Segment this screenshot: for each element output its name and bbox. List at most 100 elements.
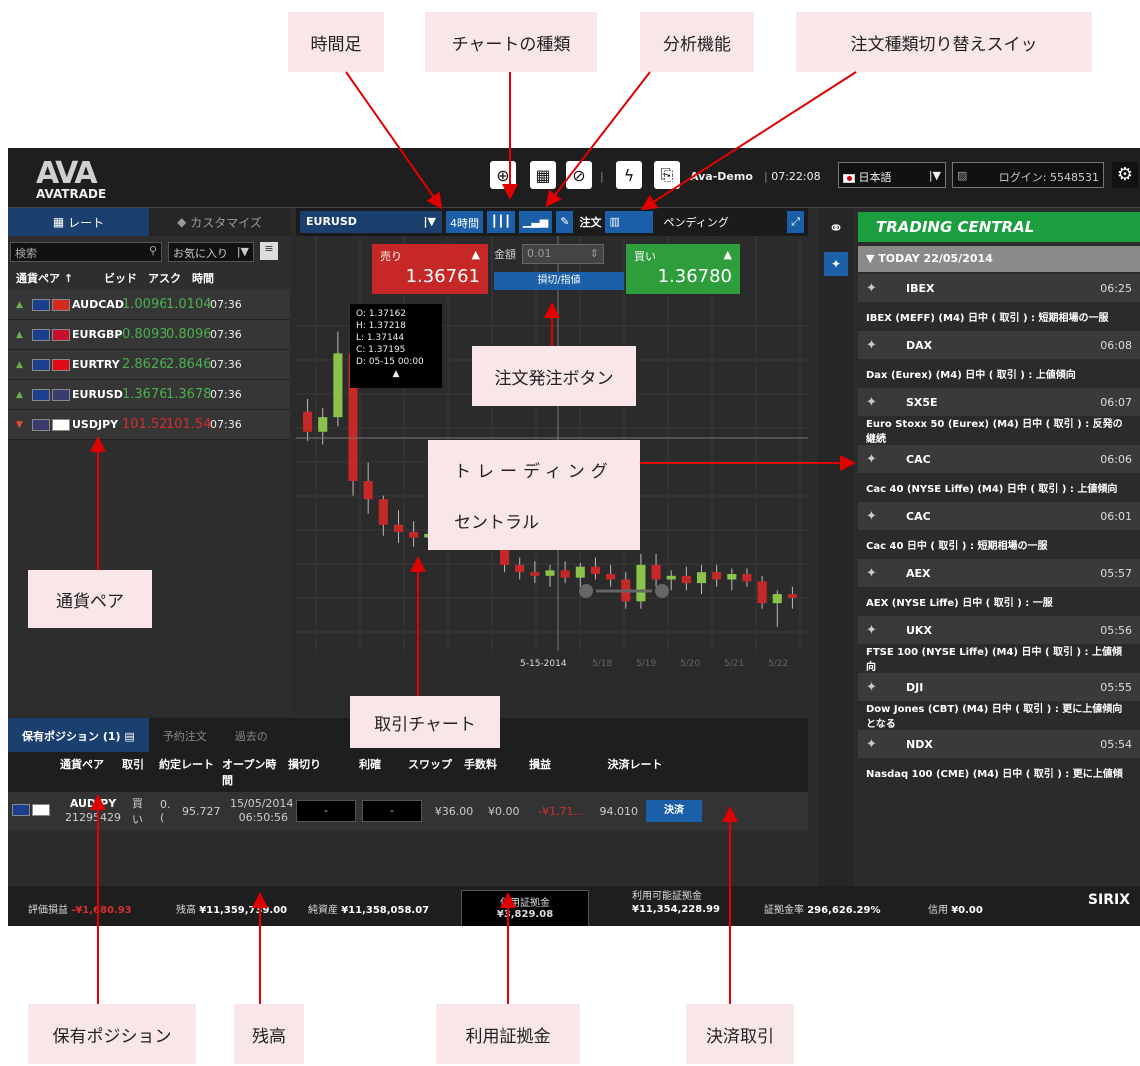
news-item[interactable]: ✦ SX5E 06:07 Euro Stoxx 50 (Eurex) (M4) 日中 …	[858, 388, 1140, 445]
document-icon[interactable]: ⎘	[654, 161, 680, 189]
candlestick-icon[interactable]: ┃┃┃	[487, 211, 515, 233]
fullscreen-icon[interactable]: ⤢	[787, 211, 804, 233]
pending-label[interactable]: ペンディング	[663, 214, 743, 230]
callout-used-margin: 利用証拠金	[436, 1004, 580, 1064]
flag-icon	[52, 328, 70, 341]
candle-body	[363, 481, 373, 500]
news-headline: AEX (NYSE Liffe) 日中 ( 取引 ) : 一服	[858, 587, 1140, 615]
tab-customize[interactable]: ◆ カスタマイズ	[149, 208, 290, 236]
list-view-icon[interactable]: ≡	[260, 242, 278, 260]
zoom-out-icon	[579, 584, 593, 598]
news-symbol: CAC	[906, 509, 931, 523]
draw-icon[interactable]: ✎	[556, 211, 574, 233]
currency-pair-row[interactable]: ▲ EURGBP 0.8093 0.8096 07:36	[8, 320, 290, 350]
pair-name: USDJPY	[72, 418, 119, 431]
lightning-icon[interactable]: ϟ	[616, 161, 642, 189]
tab-open-positions[interactable]: 保有ポジション (1) ▤	[8, 718, 149, 752]
quote-time: 07:36	[210, 418, 242, 431]
amount-input[interactable]: 0.01 ⇕	[522, 244, 604, 264]
news-item[interactable]: ✦ AEX 05:57 AEX (NYSE Liffe) 日中 ( 取引 ) : 一服	[858, 559, 1140, 615]
news-item[interactable]: ✦ DJI 05:55 Dow Jones (CBT) (M4) 日中 ( 取引 ) …	[858, 673, 1140, 730]
close-position-button[interactable]: 決済	[646, 800, 702, 822]
rates-header: 通貨ペア ↑ ビッド アスク 時間	[16, 272, 214, 285]
news-headline: Euro Stoxx 50 (Eurex) (M4) 日中 ( 取引 ) : 反…	[858, 416, 1140, 445]
callout-trade-chart: 取引チャート	[350, 696, 500, 748]
news-icon: ✦	[866, 679, 877, 695]
login-box[interactable]: ▨ ログイン: 5548531	[952, 162, 1104, 188]
news-icon: ✦	[866, 622, 877, 638]
positions-header: 通貨ペア 取引 約定レート オープン時間 損切り 利確 スワップ 手数料 損益 …	[8, 752, 808, 792]
account-name: Ava-Demo	[690, 170, 753, 183]
candle-body	[636, 564, 646, 602]
pair-name: AUDCAD	[72, 298, 124, 311]
callout-trading-central: トレーディング セントラル	[428, 440, 640, 550]
deposit-icon[interactable]: ⊕	[490, 161, 516, 189]
candle-body	[560, 570, 570, 578]
take-profit-input[interactable]: -	[362, 800, 422, 822]
news-icon: ✦	[866, 394, 877, 410]
ask-price: 1.3678	[166, 387, 210, 402]
candle-body	[318, 417, 328, 432]
currency-pair-row[interactable]: ▼ USDJPY 101.52 101.54 07:36	[8, 410, 290, 440]
quote-time: 07:36	[210, 358, 242, 371]
x-tick-label: 5/20	[680, 659, 700, 669]
news-item[interactable]: ✦ DAX 06:08 Dax (Eurex) (M4) 日中 ( 取引 ) : 上値…	[858, 331, 1140, 387]
symbol-select[interactable]: EURUSD |▼	[300, 211, 442, 233]
no-entry-icon[interactable]: ⊘	[566, 161, 592, 189]
buy-button[interactable]: 買い ▲ 1.36780	[626, 244, 740, 294]
news-headline: Nasdaq 100 (CME) (M4) 日中 ( 取引 ) : 更に上値傾	[858, 758, 1140, 786]
grid-icon: ▦	[52, 215, 65, 229]
tab-rates[interactable]: ▦ レート	[8, 208, 149, 236]
currency-pair-row[interactable]: ▲ EURUSD 1.3676 1.3678 07:36	[8, 380, 290, 410]
clock: | 07:22:08	[764, 170, 821, 183]
news-time: 05:57	[1100, 566, 1132, 580]
callout-order-switch: 注文種類切り替えスイッ	[796, 12, 1092, 72]
candle-body	[590, 566, 600, 574]
news-time: 05:55	[1100, 680, 1132, 694]
news-item[interactable]: ✦ CAC 06:01 Cac 40 日中 ( 取引 ) : 短期相場の一服	[858, 502, 1140, 558]
search-input[interactable]: 検索 ⚲	[10, 242, 162, 262]
gear-icon[interactable]: ⚙	[1112, 162, 1138, 188]
wing-icon[interactable]: ✦	[824, 252, 848, 276]
currency-pair-row[interactable]: ▲ EURTRY 2.8626 2.8646 07:36	[8, 350, 290, 380]
indicator-icon[interactable]: ▁▃▅	[518, 211, 553, 233]
trading-central-title: TRADING CENTRAL	[858, 212, 1140, 242]
candle-body	[742, 574, 752, 582]
news-item[interactable]: ✦ CAC 06:06 Cac 40 (NYSE Liffe) (M4) 日中 ( 取…	[858, 445, 1140, 501]
sell-button[interactable]: 売り ▲ 1.36761	[372, 244, 488, 294]
tab-pending-orders[interactable]: 予約注文	[149, 718, 221, 752]
favorites-dropdown[interactable]: お気に入り |▼	[168, 242, 254, 262]
flag-icon	[32, 358, 50, 371]
flag-icon	[32, 418, 50, 431]
news-item[interactable]: ✦ UKX 05:56 FTSE 100 (NYSE Liffe) (M4) 日中 (…	[858, 616, 1140, 673]
news-item[interactable]: ✦ IBEX 06:25 IBEX (MEFF) (M4) 日中 ( 取引 ) : 短…	[858, 274, 1140, 330]
margin-ratio: 証拠金率 296,626.29%	[764, 905, 881, 916]
stop-loss-input[interactable]: -	[296, 800, 356, 822]
sltp-button[interactable]: 損切/指値	[494, 272, 624, 290]
news-date-header[interactable]: ▼ TODAY 22/05/2014	[858, 246, 1140, 272]
order-type-toggle[interactable]: ▥	[605, 211, 654, 233]
position-row[interactable]: AUDJPY 21295429 買い 0.( 95.727 15/05/2014 0…	[8, 792, 808, 830]
candle-body	[772, 594, 782, 604]
news-headline: FTSE 100 (NYSE Liffe) (M4) 日中 ( 取引 ) : 上…	[858, 644, 1140, 673]
ask-price: 101.54	[166, 417, 210, 432]
trend-up-icon: ▲	[16, 299, 23, 310]
tab-history[interactable]: 過去の	[221, 718, 282, 752]
link-icon[interactable]: ⚭	[824, 218, 848, 242]
candle-body	[333, 353, 343, 418]
balance: 残高 ¥11,359,739.00	[176, 905, 288, 916]
news-time: 06:06	[1100, 452, 1132, 466]
candle-body	[303, 411, 313, 432]
calendar-icon[interactable]: ▦	[530, 161, 556, 189]
bid-price: 101.52	[122, 417, 166, 432]
language-select[interactable]: 日本語 |▼	[838, 162, 946, 188]
news-icon: ✦	[866, 565, 877, 581]
news-item[interactable]: ✦ NDX 05:54 Nasdaq 100 (CME) (M4) 日中 ( 取引 )…	[858, 730, 1140, 786]
news-headline: Cac 40 日中 ( 取引 ) : 短期相場の一服	[858, 530, 1140, 558]
news-icon: ✦	[866, 337, 877, 353]
flag-jp-icon	[32, 803, 50, 816]
candle-body	[545, 570, 555, 576]
currency-pair-row[interactable]: ▲ AUDCAD 1.0096 1.0104 07:36	[8, 290, 290, 320]
zoom-in-icon	[655, 584, 669, 598]
timeframe-button[interactable]: 4時間	[446, 211, 483, 233]
